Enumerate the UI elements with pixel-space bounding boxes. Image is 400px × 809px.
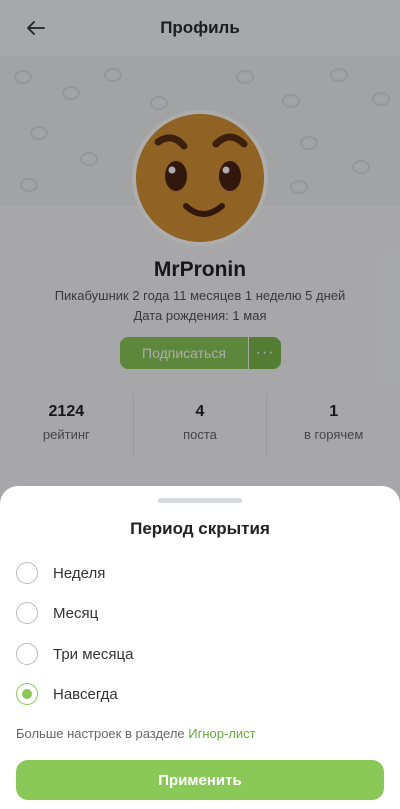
option-label: Месяц [53,604,99,622]
option-label: Неделя [53,564,106,582]
radio-button-selected[interactable] [16,683,38,705]
radio-button[interactable] [16,562,38,584]
option-forever[interactable]: Навсегда [16,679,316,709]
radio-dot [22,689,32,699]
footnote-text: Больше настроек в разделе [16,726,189,741]
hide-period-sheet: Период скрытия Неделя Месяц Три месяца Н… [0,486,400,809]
option-three-months[interactable]: Три месяца [16,639,316,669]
ignore-list-link[interactable]: Игнор-лист [188,726,255,741]
option-label: Три месяца [53,645,134,663]
option-week[interactable]: Неделя [16,558,316,588]
radio-button[interactable] [16,643,38,665]
radio-button[interactable] [16,602,38,624]
sheet-title: Период скрытия [130,519,270,538]
option-month[interactable]: Месяц [16,598,316,628]
option-label: Навсегда [53,685,118,703]
sheet-drag-handle[interactable] [158,498,242,503]
more-settings-note: Больше настроек в разделе Игнор-лист [16,726,256,741]
apply-button[interactable]: Применить [16,760,384,800]
